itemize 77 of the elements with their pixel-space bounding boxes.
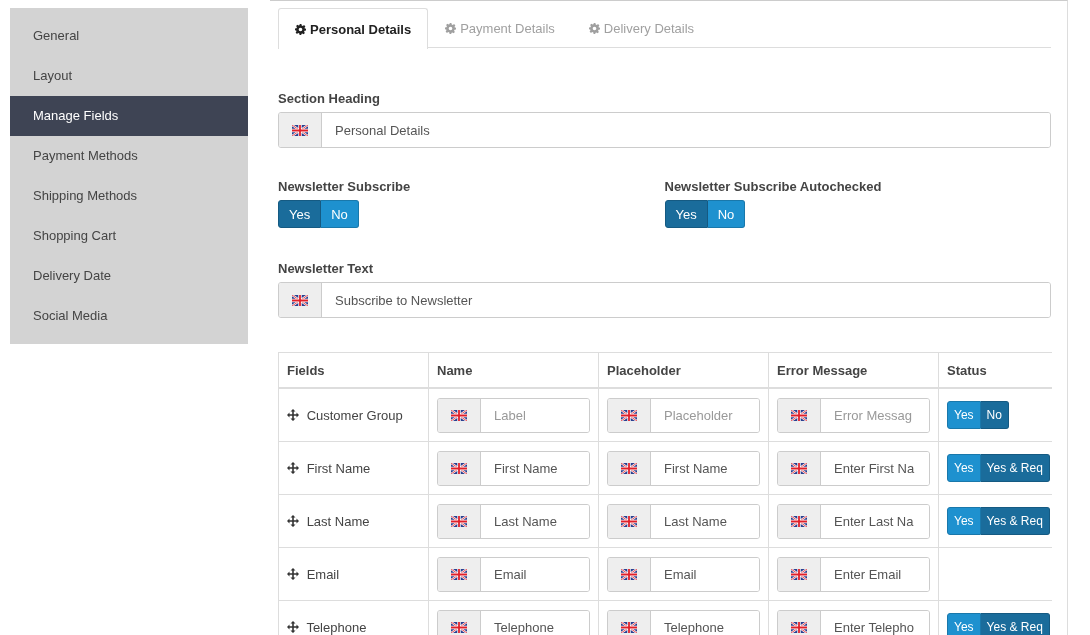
move-icon[interactable] [287,620,299,633]
sidebar-item[interactable]: General [10,16,248,56]
toggle-button[interactable]: Yes & Req [980,507,1050,535]
flag-icon [791,409,807,421]
toggle-button[interactable]: Yes & Req [980,454,1050,482]
field-label: Section Heading [278,91,381,106]
sidebar-item[interactable]: Delivery Date [10,256,248,296]
input-field[interactable]: Enter Telepho [777,609,930,635]
sidebar-item[interactable]: Social Media [10,296,248,336]
input-field[interactable]: Email [437,556,590,592]
flag-icon [451,515,467,527]
field-name: Email [306,566,340,582]
sidebar-item[interactable]: Layout [10,56,248,96]
field-name: Telephone [306,619,367,635]
flag-icon [621,568,637,580]
column-header: Error Message [768,352,939,388]
flag-icon [791,568,807,580]
toggle-button[interactable]: Yes [947,454,981,482]
field-name: First Name [306,460,371,476]
flag-icon [621,409,637,421]
input-field[interactable]: Subscribe to Newsletter [278,282,1051,318]
sidebar-item[interactable]: Shipping Methods [10,176,248,216]
flag-icon [621,621,637,633]
input-field[interactable]: Enter First Na [777,450,930,486]
toggle-button[interactable]: Yes [664,200,708,228]
sidebar-item[interactable]: Shopping Cart [10,216,248,256]
toggle-button[interactable]: Yes & Req [980,613,1050,635]
input-field[interactable]: Enter Email [777,556,930,592]
flag-icon [292,294,308,306]
toggle-button[interactable]: No [321,200,359,228]
flag-icon [451,409,467,421]
move-icon[interactable] [287,567,299,580]
column-header: Placeholder [598,352,769,388]
flag-icon [621,515,637,527]
input-field[interactable]: Telephone [607,609,760,635]
input-field[interactable]: First Name [437,450,590,486]
flag-icon [791,621,807,633]
move-icon[interactable] [287,461,299,474]
field-name: Customer Group [306,407,403,423]
input-field[interactable]: Enter Last Na [777,503,930,539]
gear-icon [295,23,306,35]
tab[interactable]: Personal Details [278,8,429,49]
field-label: Newsletter Text [278,261,375,276]
move-icon[interactable] [287,408,299,421]
input-field[interactable]: Personal Details [278,112,1051,148]
input-field[interactable]: Placeholder [607,397,760,433]
flag-icon [292,124,308,136]
input-field[interactable]: Last Name [437,503,590,539]
toggle-button[interactable]: No [707,200,746,228]
field-label: Newsletter Subscribe [278,179,412,194]
input-field[interactable]: Last Name [607,503,760,539]
toggle-button[interactable]: Yes [947,613,981,635]
gear-icon [445,23,457,34]
flag-icon [451,621,467,633]
field-name: Last Name [306,513,370,529]
input-field[interactable]: Label [437,397,590,433]
move-icon[interactable] [287,514,299,527]
column-header: Status [938,352,1052,388]
flag-icon [791,515,807,527]
flag-icon [451,568,467,580]
input-field[interactable]: Telephone [437,609,590,635]
field-label: Newsletter Subscribe Autochecked [664,179,883,194]
flag-icon [791,462,807,474]
sidebar-item[interactable]: Manage Fields [10,96,248,136]
toggle-button[interactable]: Yes [278,200,322,228]
input-field[interactable]: Email [607,556,760,592]
sidebar-item[interactable]: Payment Methods [10,136,248,176]
input-field[interactable]: Error Messag [777,397,930,433]
toggle-button[interactable]: No [980,401,1009,429]
toggle-button[interactable]: Yes [947,401,981,429]
flag-icon [621,462,637,474]
gear-icon [588,23,600,34]
toggle-button[interactable]: Yes [947,507,981,535]
input-field[interactable]: First Name [607,450,760,486]
flag-icon [451,462,467,474]
column-header: Name [428,352,599,388]
column-header: Fields [278,352,429,388]
